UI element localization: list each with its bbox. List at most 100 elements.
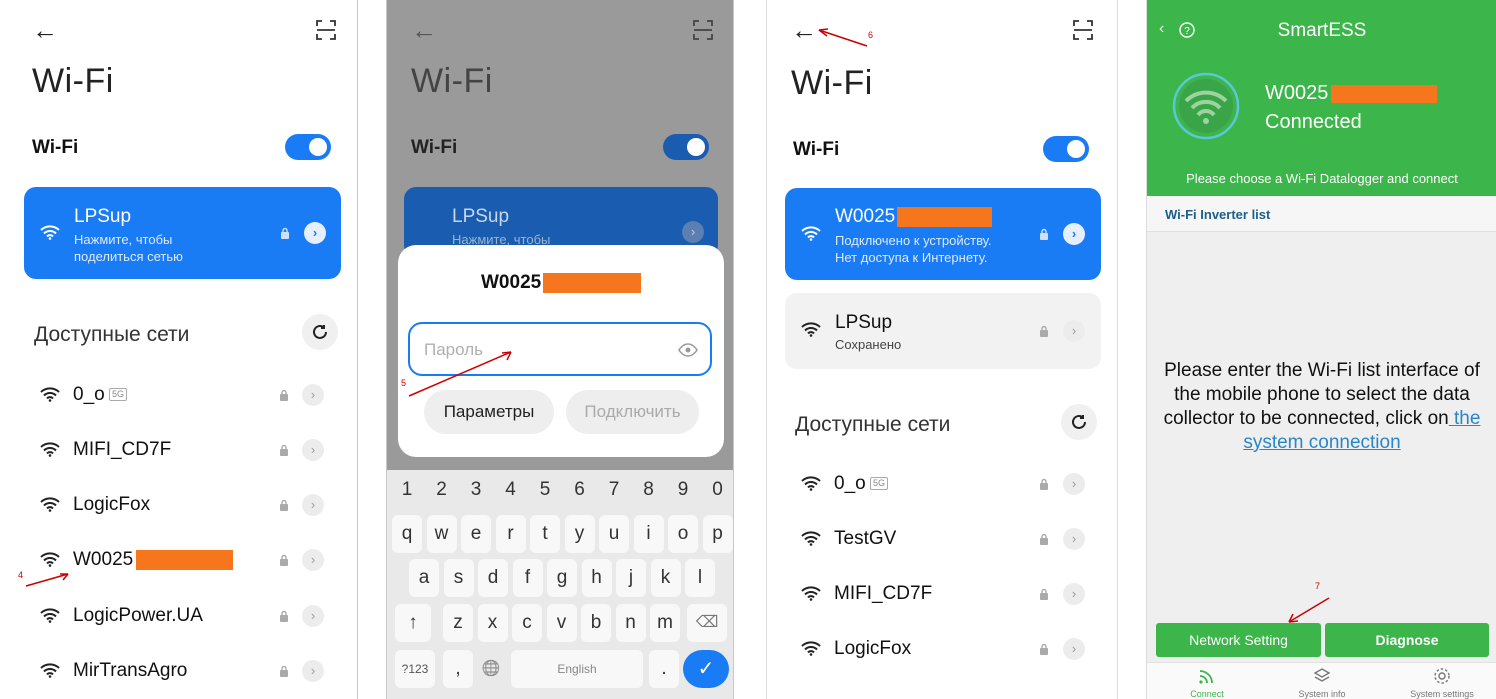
keyboard-key[interactable]: 1 bbox=[392, 471, 422, 509]
chevron-right-icon[interactable]: › bbox=[1063, 473, 1085, 495]
keyboard-key[interactable]: 7 bbox=[599, 471, 629, 509]
keyboard-key[interactable]: c bbox=[512, 604, 542, 642]
available-networks-heading: Доступные сети bbox=[34, 323, 190, 346]
keyboard-key[interactable]: g bbox=[547, 559, 577, 597]
globe-icon[interactable]: 🌐 bbox=[475, 650, 507, 688]
keyboard-key[interactable]: j bbox=[616, 559, 646, 597]
refresh-icon[interactable] bbox=[302, 314, 338, 350]
connected-network-card[interactable]: W0025 Подключено к устройству. Нет досту… bbox=[785, 188, 1101, 280]
list-item[interactable]: 0_o 5G › bbox=[8, 378, 357, 412]
list-item[interactable]: MIFI_CD7F › bbox=[767, 577, 1117, 611]
list-item[interactable]: TestGV › bbox=[767, 522, 1117, 556]
keyboard-key[interactable]: k bbox=[650, 559, 681, 597]
keyboard-key[interactable]: r bbox=[495, 515, 526, 553]
lock-icon bbox=[280, 444, 288, 456]
keyboard-key[interactable]: 4 bbox=[496, 471, 526, 509]
chevron-right-icon[interactable]: › bbox=[1063, 583, 1085, 605]
qr-scan-icon[interactable] bbox=[1073, 20, 1093, 40]
keyboard-key[interactable]: 3 bbox=[461, 471, 491, 509]
list-item[interactable]: MIFI_CD7F › bbox=[8, 433, 357, 467]
list-item[interactable]: LogicPower.UA › bbox=[8, 599, 357, 633]
symbols-key[interactable]: ?123 bbox=[395, 650, 435, 688]
list-item[interactable]: MirTransAgro › bbox=[8, 654, 357, 688]
eye-icon[interactable] bbox=[678, 343, 698, 357]
layers-icon bbox=[1313, 668, 1331, 682]
back-arrow-icon: ← bbox=[411, 15, 437, 45]
back-arrow-icon[interactable]: ← bbox=[791, 17, 817, 43]
wifi-signal-icon bbox=[40, 387, 60, 402]
network-details-chevron-icon[interactable]: › bbox=[304, 222, 326, 244]
keyboard-key[interactable]: m bbox=[650, 604, 680, 642]
chevron-right-icon[interactable]: › bbox=[302, 605, 324, 627]
network-details-chevron-icon[interactable]: › bbox=[1063, 223, 1085, 245]
keyboard-key[interactable]: q bbox=[392, 515, 422, 553]
wifi-toggle-label: Wi-Fi bbox=[793, 139, 840, 160]
keyboard-key[interactable]: a bbox=[409, 559, 439, 597]
wifi-signal-icon bbox=[40, 497, 60, 512]
network-name: MIFI_CD7F bbox=[73, 439, 172, 460]
keyboard-key[interactable]: v bbox=[546, 604, 577, 642]
enter-key-icon[interactable]: ✓ bbox=[683, 650, 729, 688]
wifi-toggle-label: Wi-Fi bbox=[411, 137, 458, 158]
chevron-right-icon[interactable]: › bbox=[302, 549, 324, 571]
keyboard-key[interactable]: t bbox=[530, 515, 560, 553]
chevron-right-icon[interactable]: › bbox=[1063, 638, 1085, 660]
nav-tab-system-settings[interactable]: System settings bbox=[1397, 667, 1487, 699]
chevron-right-icon[interactable]: › bbox=[302, 384, 324, 406]
keyboard-key[interactable]: s bbox=[443, 559, 474, 597]
nav-tab-system-info[interactable]: System info bbox=[1282, 667, 1362, 699]
keyboard-key[interactable]: f bbox=[512, 559, 543, 597]
comma-key[interactable]: , bbox=[443, 650, 473, 688]
wifi-signal-icon bbox=[40, 663, 60, 678]
chevron-right-icon[interactable]: › bbox=[302, 439, 324, 461]
chevron-right-icon[interactable]: › bbox=[302, 660, 324, 682]
keyboard-key[interactable]: d bbox=[478, 559, 508, 597]
saved-network-card[interactable]: LPSup Сохранено › bbox=[785, 293, 1101, 369]
wifi-toggle[interactable] bbox=[1043, 136, 1089, 162]
back-arrow-icon[interactable]: ← bbox=[32, 17, 58, 43]
wifi-toggle[interactable] bbox=[285, 134, 331, 160]
chevron-right-icon[interactable]: › bbox=[1063, 320, 1085, 342]
keyboard-key[interactable]: 6 bbox=[565, 471, 595, 509]
list-item[interactable]: LogicFox › bbox=[8, 488, 357, 522]
redaction-block bbox=[897, 207, 992, 227]
keyboard-key[interactable]: 9 bbox=[668, 471, 698, 509]
shift-key-icon[interactable]: ↑ bbox=[395, 604, 431, 642]
chevron-right-icon[interactable]: › bbox=[1063, 528, 1085, 550]
connect-button[interactable]: Подключить bbox=[566, 390, 699, 434]
refresh-icon[interactable] bbox=[1061, 404, 1097, 440]
backspace-key-icon[interactable]: ⌫ bbox=[687, 604, 727, 642]
keyboard-key[interactable]: o bbox=[668, 515, 698, 553]
chevron-right-icon[interactable]: › bbox=[302, 494, 324, 516]
keyboard-key[interactable]: 0 bbox=[703, 471, 733, 509]
nav-tab-connect[interactable]: Connect bbox=[1167, 667, 1247, 699]
space-key[interactable]: English bbox=[511, 650, 643, 688]
gear-icon bbox=[1434, 668, 1450, 684]
keyboard-key[interactable]: u bbox=[599, 515, 629, 553]
keyboard-key[interactable]: x bbox=[477, 604, 508, 642]
keyboard-key[interactable]: b bbox=[581, 604, 611, 642]
network-sub-line2: Нет доступа к Интернету. bbox=[835, 250, 988, 265]
qr-scan-icon[interactable] bbox=[316, 20, 336, 40]
keyboard-key[interactable]: i bbox=[633, 515, 664, 553]
diagnose-button[interactable]: Diagnose bbox=[1325, 623, 1489, 657]
keyboard-key[interactable]: h bbox=[581, 559, 612, 597]
keyboard-key[interactable]: z bbox=[443, 604, 473, 642]
keyboard-key[interactable]: n bbox=[615, 604, 646, 642]
keyboard-key[interactable]: 5 bbox=[530, 471, 560, 509]
keyboard-key[interactable]: w bbox=[426, 515, 457, 553]
network-setting-button[interactable]: Network Setting bbox=[1156, 623, 1321, 657]
connected-network-card[interactable]: LPSup Нажмите, чтобы поделиться сетью › bbox=[24, 187, 341, 279]
list-item[interactable]: 0_o 5G › bbox=[767, 467, 1117, 501]
network-name: MIFI_CD7F bbox=[834, 583, 933, 604]
keyboard-key[interactable]: l bbox=[685, 559, 715, 597]
keyboard-key[interactable]: y bbox=[564, 515, 595, 553]
list-item[interactable]: LogicFox › bbox=[767, 632, 1117, 666]
period-key[interactable]: . bbox=[649, 650, 679, 688]
keyboard-key[interactable]: 8 bbox=[634, 471, 664, 509]
lock-icon bbox=[281, 227, 289, 239]
screen-4-smartess: ‹ ? SmartESS W0025 Connected Please choo… bbox=[1146, 0, 1496, 699]
keyboard-key[interactable]: e bbox=[461, 515, 491, 553]
keyboard-key[interactable]: 2 bbox=[427, 471, 457, 509]
keyboard-key[interactable]: p bbox=[702, 515, 733, 553]
